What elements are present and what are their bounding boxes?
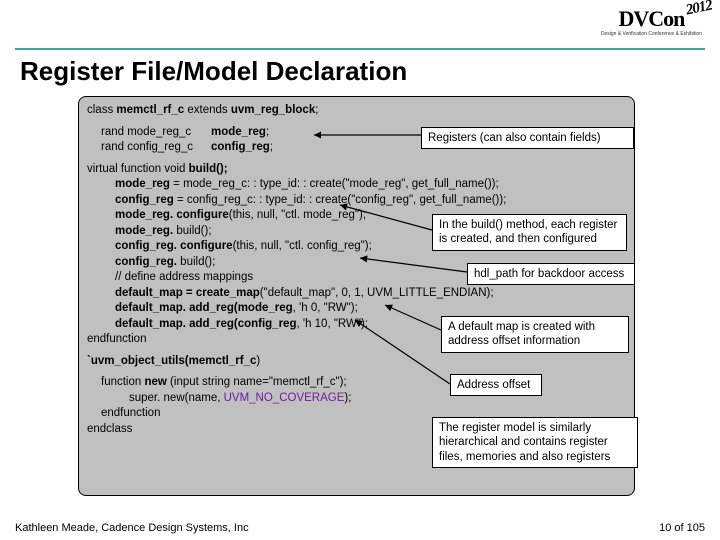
code-line: endfunction (87, 333, 146, 345)
code-line: endclass (87, 423, 132, 435)
code-line: default_map. add_reg(mode_reg, 'h 0, "RW… (87, 301, 626, 317)
callout-offset: Address offset (450, 374, 542, 396)
header: DVCon 2012 Design & Verification Confere… (0, 0, 720, 50)
header-divider (15, 48, 705, 50)
code-line: default_map = create_map("default_map", … (87, 286, 626, 302)
footer-author: Kathleen Meade, Cadence Design Systems, … (15, 522, 249, 534)
logo-year: 2012 (685, 0, 714, 20)
code-line: function new (input string name="memctl_… (87, 375, 626, 391)
callout-hdlpath: hdl_path for backdoor access (467, 263, 635, 285)
code-line: mode_reg = mode_reg_c: : type_id: : crea… (87, 177, 626, 193)
callout-defaultmap: A default map is created with address of… (441, 316, 629, 353)
logo-text: DVCon 2012 (618, 6, 684, 32)
code-line: virtual function void build(); (87, 163, 228, 175)
callout-build: In the build() method, each register is … (432, 214, 627, 251)
code-line: class memctl_rf_c extends uvm_reg_block; (87, 104, 318, 116)
code-line: `uvm_object_utils(memctl_rf_c) (87, 355, 260, 367)
code-line: config_reg = config_reg_c: : type_id: : … (87, 193, 626, 209)
callout-hierarchical: The register model is similarly hierarch… (432, 417, 638, 468)
callout-registers: Registers (can also contain fields) (421, 127, 634, 149)
footer-page: 10 of 105 (659, 522, 705, 534)
code-line: super. new(name, UVM_NO_COVERAGE); (87, 391, 626, 407)
logo-main-text: DVCon (618, 6, 684, 31)
slide-title: Register File/Model Declaration (20, 56, 407, 87)
dvcon-logo: DVCon 2012 Design & Verification Confere… (601, 6, 702, 37)
